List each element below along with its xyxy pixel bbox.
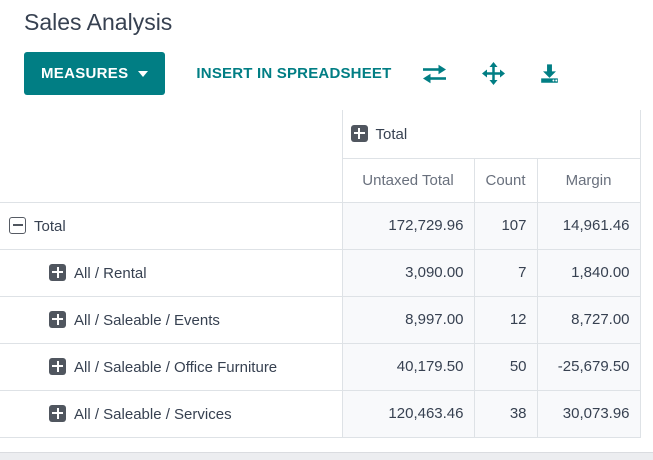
pivot-toolbar: MEASURES INSERT IN SPREADSHEET: [24, 52, 653, 95]
cell-count: 7: [473, 249, 538, 297]
pivot-view-page: Sales Analysis MEASURES INSERT IN SPREAD…: [0, 7, 653, 460]
table-row-services: All / Saleable / Services 120,463.46 38 …: [0, 390, 641, 438]
row-label: All / Rental: [74, 264, 147, 282]
cell-margin: 8,727.00: [536, 296, 641, 344]
cell-count: 50: [473, 343, 538, 391]
measure-header-count[interactable]: Count: [473, 158, 538, 203]
expand-row-icon[interactable]: [49, 263, 66, 281]
row-header-total[interactable]: Total: [0, 202, 342, 250]
cell-untaxed-total: 172,729.96: [341, 202, 475, 250]
pivot-table: Total Untaxed Total Count Margin Total 1…: [0, 110, 641, 438]
flip-axis-icon: [423, 64, 447, 83]
expand-row-icon[interactable]: [49, 357, 66, 375]
cell-margin: -25,679.50: [536, 343, 641, 391]
pivot-corner-cell: [0, 110, 343, 203]
row-label: All / Saleable / Events: [74, 311, 220, 329]
pivot-footer-row-cutoff: [0, 452, 653, 460]
measure-header-untaxed-total[interactable]: Untaxed Total: [341, 158, 475, 203]
measures-button[interactable]: MEASURES: [24, 52, 166, 95]
expand-all-icon: [482, 62, 506, 85]
row-header-events[interactable]: All / Saleable / Events: [0, 296, 342, 344]
column-group-total[interactable]: Total: [342, 110, 641, 159]
page-title: Sales Analysis: [24, 9, 173, 35]
insert-in-spreadsheet-label: INSERT IN SPREADSHEET: [196, 65, 392, 82]
table-row-total: Total 172,729.96 107 14,961.46: [0, 202, 641, 250]
insert-in-spreadsheet-button[interactable]: INSERT IN SPREADSHEET: [196, 65, 391, 82]
measure-header-margin[interactable]: Margin: [536, 158, 641, 203]
measures-button-label: MEASURES: [41, 65, 129, 82]
row-header-office-furniture[interactable]: All / Saleable / Office Furniture: [0, 343, 342, 391]
flip-axis-button[interactable]: [417, 62, 452, 86]
row-header-services[interactable]: All / Saleable / Services: [0, 390, 342, 438]
row-label: All / Saleable / Services: [74, 405, 232, 423]
cell-untaxed-total: 3,090.00: [341, 249, 475, 297]
expand-all-button[interactable]: [478, 60, 509, 87]
cell-untaxed-total: 120,463.46: [341, 390, 475, 438]
column-group-header-row: Total: [0, 110, 641, 203]
row-label: All / Saleable / Office Furniture: [74, 358, 278, 376]
cell-count: 107: [473, 202, 538, 250]
download-button[interactable]: [535, 61, 564, 86]
expand-row-icon[interactable]: [49, 310, 66, 328]
table-row-office-furniture: All / Saleable / Office Furniture 40,179…: [0, 343, 641, 391]
cell-margin: 1,840.00: [536, 249, 641, 297]
column-group-label: Total: [375, 125, 408, 143]
chevron-down-icon: [138, 70, 149, 77]
cell-count: 12: [473, 296, 538, 344]
table-row-rental: All / Rental 3,090.00 7 1,840.00: [0, 249, 641, 297]
cell-count: 38: [473, 390, 538, 438]
expand-column-icon[interactable]: [350, 124, 368, 142]
collapse-row-icon[interactable]: [9, 216, 26, 234]
expand-row-icon[interactable]: [49, 404, 66, 422]
cell-margin: 14,961.46: [536, 202, 641, 250]
cell-untaxed-total: 8,997.00: [341, 296, 475, 344]
row-header-rental[interactable]: All / Rental: [0, 249, 342, 297]
table-row-events: All / Saleable / Events 8,997.00 12 8,72…: [0, 296, 641, 344]
cell-margin: 30,073.96: [536, 390, 641, 438]
row-label: Total: [34, 217, 66, 235]
download-icon: [541, 64, 559, 83]
cell-untaxed-total: 40,179.50: [341, 343, 475, 391]
